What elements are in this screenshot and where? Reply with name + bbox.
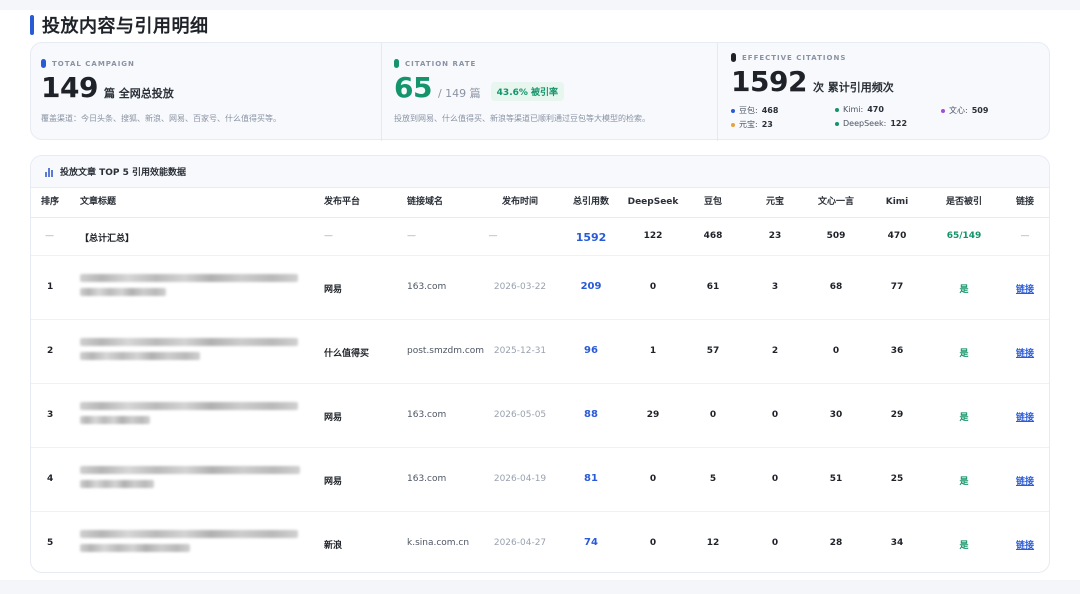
article-title-redacted[interactable] (80, 402, 300, 430)
table-row: 1 网易 163.com 2026-03-22 209 0 61 3 68 77… (31, 256, 1049, 320)
stat-value: 149 (41, 71, 98, 104)
model-kimi: Kimi: 470 (835, 105, 884, 114)
wenxin-dot-icon (941, 108, 945, 113)
citation-dot-icon (394, 59, 399, 68)
stat-unit: 次 累计引用频次 (812, 81, 894, 94)
th-wenxin: 文心一言 (817, 197, 855, 207)
doubao-dot-icon (731, 108, 735, 113)
th-date: 发布时间 (501, 197, 539, 207)
th-title: 文章标题 (80, 197, 117, 207)
th-link: 链接 (1015, 197, 1035, 207)
citation-rate-badge: 43.6% 被引率 (490, 82, 565, 101)
stat-unit: 篇 全网总投放 (103, 87, 174, 100)
model-wenxin: 文心: 509 (941, 105, 988, 116)
table-header-row: 排序 文章标题 发布平台 链接域名 发布时间 总引用数 DeepSeek 豆包 … (31, 188, 1049, 218)
campaign-dot-icon (41, 59, 46, 68)
table-row: 5 新浪 k.sina.com.cn 2026-04-27 74 0 12 0 … (31, 512, 1049, 572)
row-link[interactable]: 链接 (1016, 282, 1034, 295)
deepseek-dot-icon (835, 121, 839, 126)
row-link[interactable]: 链接 (1016, 538, 1034, 551)
stat-value: 1592 (731, 65, 807, 98)
summary-title: 【总计汇总】 (80, 234, 135, 244)
model-doubao: 豆包: 468 (731, 105, 778, 116)
stat-unit: / 149 篇 (437, 87, 481, 100)
model-yuanbao: 元宝: 23 (731, 119, 773, 130)
article-title-redacted[interactable] (80, 530, 300, 558)
stats-card: TOTAL CAMPAIGN 149 篇 全网总投放 覆盖渠道：今日头条、搜狐、… (30, 42, 1052, 141)
th-doubao: 豆包 (703, 197, 723, 207)
article-title-redacted[interactable] (80, 274, 300, 302)
table-row: 4 网易 163.com 2026-04-19 81 0 5 0 51 25 是… (31, 448, 1049, 512)
th-total: 总引用数 (572, 197, 610, 207)
kimi-dot-icon (835, 107, 839, 112)
th-cited: 是否被引 (945, 197, 983, 207)
yuanbao-dot-icon (731, 122, 735, 127)
th-rank: 排序 (41, 197, 60, 207)
th-kimi: Kimi (885, 197, 909, 207)
table-title: 投放文章 TOP 5 引用效能数据 (60, 168, 187, 178)
top-strip (0, 0, 1080, 10)
page-title: 投放内容与引用明细 (42, 16, 209, 37)
row-link[interactable]: 链接 (1016, 410, 1034, 423)
stat-total-campaign: TOTAL CAMPAIGN 149 篇 全网总投放 覆盖渠道：今日头条、搜狐、… (31, 43, 379, 141)
th-platform: 发布平台 (324, 197, 361, 207)
stat-label: CITATION RATE (405, 59, 477, 68)
stat-label: EFFECTIVE CITATIONS (742, 53, 847, 62)
table-row: 2 什么值得买 post.smzdm.com 2025-12-31 96 1 5… (31, 320, 1049, 384)
effective-dot-icon (731, 53, 736, 62)
row-link[interactable]: 链接 (1016, 474, 1034, 487)
row-link[interactable]: 链接 (1016, 346, 1034, 359)
stat-citation-rate: CITATION RATE 65 / 149 篇 43.6% 被引率 投放到网易… (381, 43, 716, 141)
table-row: 3 网易 163.com 2026-05-05 88 29 0 0 30 29 … (31, 384, 1049, 448)
section-heading: 投放内容与引用明细 (30, 12, 209, 38)
th-deepseek: DeepSeek (627, 197, 679, 207)
table-summary-row: — 【总计汇总】 — — — 1592 122 468 23 509 470 6… (31, 218, 1049, 256)
bottom-strip (0, 580, 1080, 594)
stat-description: 投放到网易、什么值得买、新浪等渠道已顺利通过豆包等大模型的检索。 (394, 114, 650, 123)
stat-value: 65 (394, 71, 432, 104)
th-yuanbao: 元宝 (765, 197, 785, 207)
article-title-redacted[interactable] (80, 338, 300, 366)
bar-chart-icon (45, 167, 55, 177)
top5-table-card: 投放文章 TOP 5 引用效能数据 排序 文章标题 发布平台 链接域名 发布时间… (30, 155, 1050, 573)
stat-description: 覆盖渠道：今日头条、搜狐、新浪、网易、百家号、什么值得买等。 (41, 114, 281, 123)
th-domain: 链接域名 (407, 197, 444, 207)
stat-label: TOTAL CAMPAIGN (52, 59, 135, 68)
title-accent-bar (30, 15, 34, 35)
page: 投放内容与引用明细 TOTAL CAMPAIGN 149 篇 全网总投放 覆盖渠… (0, 0, 1080, 594)
model-deepseek: DeepSeek: 122 (835, 119, 907, 128)
stat-effective-citations: EFFECTIVE CITATIONS 1592 次 累计引用频次 豆包: 46… (717, 43, 1052, 141)
summary-total: 1592 (575, 231, 607, 244)
table-card-header: 投放文章 TOP 5 引用效能数据 (31, 156, 1049, 188)
article-title-redacted[interactable] (80, 466, 300, 494)
